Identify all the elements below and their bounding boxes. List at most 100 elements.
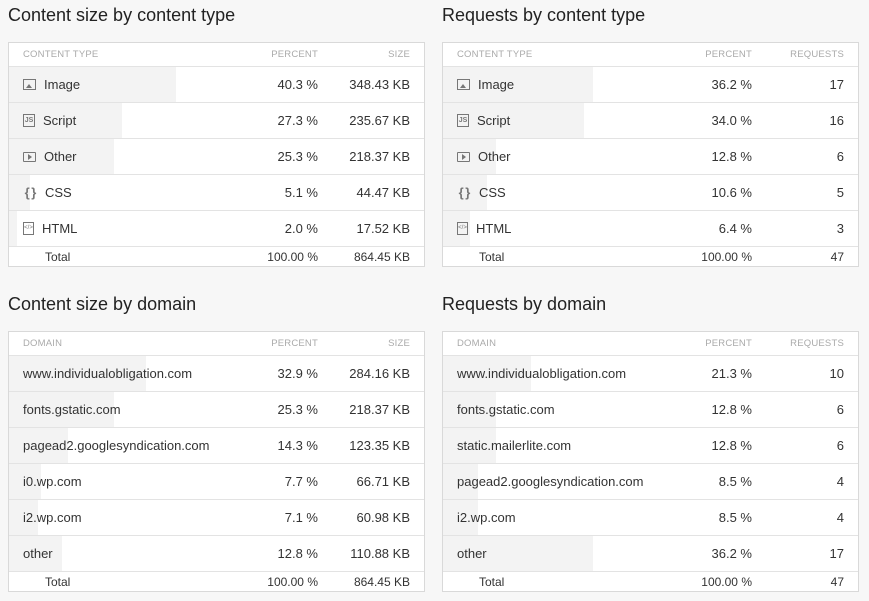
row-name-cell: fonts.gstatic.com <box>443 402 672 417</box>
row-value: 10 <box>829 366 844 381</box>
panel-size-by-type: Content size by content type CONTENT TYPE… <box>8 0 425 267</box>
row-name-cell: pagead2.googlesyndication.com <box>443 474 672 489</box>
row-percent: 10.6 % <box>711 185 752 200</box>
column-header-percent[interactable]: PERCENT <box>672 49 752 60</box>
column-header-name[interactable]: DOMAIN <box>443 338 672 349</box>
column-header-percent[interactable]: PERCENT <box>238 49 318 60</box>
table-row: i0.wp.com 7.7 % 66.71 KB <box>9 463 424 499</box>
total-label: Total <box>45 249 71 264</box>
row-value: 4 <box>836 510 844 525</box>
play-icon <box>23 151 36 162</box>
column-header-percent[interactable]: PERCENT <box>238 338 318 349</box>
row-name-cell: Other <box>443 149 672 164</box>
row-percent: 12.8 % <box>277 546 318 561</box>
table-header: CONTENT TYPE PERCENT REQUESTS <box>443 43 858 66</box>
column-header-value[interactable]: REQUESTS <box>752 49 858 60</box>
table-row: Image 40.3 % 348.43 KB <box>9 66 424 102</box>
row-name-cell: JS Script <box>9 113 238 128</box>
row-value: 17 <box>829 546 844 561</box>
row-percent: 32.9 % <box>277 366 318 381</box>
panel-title: Requests by domain <box>442 294 607 314</box>
table-row: </> HTML 6.4 % 3 <box>443 210 858 246</box>
row-name: HTML <box>476 221 512 236</box>
row-percent: 12.8 % <box>711 402 752 417</box>
breakdown-table: CONTENT TYPE PERCENT REQUESTS Image 36.2 % 17… <box>442 42 859 267</box>
column-header-name[interactable]: CONTENT TYPE <box>9 49 238 60</box>
row-name: fonts.gstatic.com <box>457 402 555 417</box>
panel-requests-by-domain: Requests by domain DOMAIN PERCENT REQUESTS w… <box>442 289 859 592</box>
row-percent: 36.2 % <box>711 546 752 561</box>
row-percent: 14.3 % <box>277 438 318 453</box>
panel-size-by-domain: Content size by domain DOMAIN PERCENT SIZE w… <box>8 289 425 592</box>
row-value: 17 <box>829 77 844 92</box>
table-header: DOMAIN PERCENT SIZE <box>9 332 424 355</box>
row-name: Other <box>478 149 511 164</box>
row-name: fonts.gstatic.com <box>23 402 121 417</box>
braces-icon: { } <box>458 184 471 200</box>
total-value: 47 <box>830 249 844 264</box>
row-percent: 34.0 % <box>711 113 752 128</box>
table-row: www.individualobligation.com 32.9 % 284.16… <box>9 355 424 391</box>
panel-title: Content size by content type <box>8 5 236 25</box>
table-row: fonts.gstatic.com 25.3 % 218.37 KB <box>9 391 424 427</box>
row-name: other <box>23 546 53 561</box>
table-row: fonts.gstatic.com 12.8 % 6 <box>443 391 858 427</box>
column-header-name[interactable]: CONTENT TYPE <box>443 49 672 60</box>
row-name: i2.wp.com <box>23 510 82 525</box>
total-percent: 100.00 % <box>701 574 752 589</box>
total-row: Total 100.00 % 47 <box>443 246 858 266</box>
row-value: 66.71 KB <box>356 474 411 489</box>
total-label: Total <box>479 249 505 264</box>
column-header-value[interactable]: SIZE <box>318 338 424 349</box>
braces-icon: { } <box>24 184 37 200</box>
total-row: Total 100.00 % 47 <box>443 571 858 591</box>
row-name: Image <box>44 77 81 92</box>
row-name: HTML <box>42 221 78 236</box>
row-percent: 6.4 % <box>718 221 752 236</box>
panel-title: Content size by domain <box>8 294 197 314</box>
table-row: </> HTML 2.0 % 17.52 KB <box>9 210 424 246</box>
script-icon: JS <box>457 114 469 127</box>
row-value: 123.35 KB <box>349 438 410 453</box>
total-label: Total <box>45 574 71 589</box>
row-value: 17.52 KB <box>356 221 411 236</box>
column-header-value[interactable]: SIZE <box>318 49 424 60</box>
table-row: { } CSS 5.1 % 44.47 KB <box>9 174 424 210</box>
column-header-percent[interactable]: PERCENT <box>672 338 752 349</box>
row-name: Image <box>478 77 515 92</box>
row-value: 44.47 KB <box>356 185 411 200</box>
total-row: Total 100.00 % 864.45 KB <box>9 571 424 591</box>
table-row: JS Script 34.0 % 16 <box>443 102 858 138</box>
row-name-cell: Other <box>9 149 238 164</box>
row-percent: 27.3 % <box>277 113 318 128</box>
panel-requests-by-type: Requests by content type CONTENT TYPE PERC… <box>442 0 859 267</box>
total-percent: 100.00 % <box>267 249 318 264</box>
row-percent: 2.0 % <box>284 221 318 236</box>
row-percent: 25.3 % <box>277 402 318 417</box>
table-row: pagead2.googlesyndication.com 8.5 % 4 <box>443 463 858 499</box>
row-percent: 40.3 % <box>277 77 318 92</box>
row-name-cell: </> HTML <box>443 221 672 236</box>
row-name: CSS <box>479 185 506 200</box>
total-row: Total 100.00 % 864.45 KB <box>9 246 424 266</box>
row-name-cell: other <box>9 546 238 561</box>
breakdown-table: CONTENT TYPE PERCENT SIZE Image 40.3 % 348.43… <box>8 42 425 267</box>
image-icon <box>457 79 470 90</box>
row-percent: 25.3 % <box>277 149 318 164</box>
table-row: JS Script 27.3 % 235.67 KB <box>9 102 424 138</box>
row-name-cell: fonts.gstatic.com <box>9 402 238 417</box>
row-name: i0.wp.com <box>23 474 82 489</box>
row-percent: 12.8 % <box>711 438 752 453</box>
table-row: i2.wp.com 7.1 % 60.98 KB <box>9 499 424 535</box>
column-header-value[interactable]: REQUESTS <box>752 338 858 349</box>
table-row: pagead2.googlesyndication.com 14.3 % 123.3… <box>9 427 424 463</box>
row-percent: 7.1 % <box>284 510 318 525</box>
row-name-cell: JS Script <box>443 113 672 128</box>
row-name: pagead2.googlesyndication.com <box>457 474 644 489</box>
row-value: 3 <box>836 221 844 236</box>
table-row: Other 25.3 % 218.37 KB <box>9 138 424 174</box>
row-value: 4 <box>836 474 844 489</box>
row-name-cell: </> HTML <box>9 221 238 236</box>
column-header-name[interactable]: DOMAIN <box>9 338 238 349</box>
row-name: Other <box>44 149 77 164</box>
